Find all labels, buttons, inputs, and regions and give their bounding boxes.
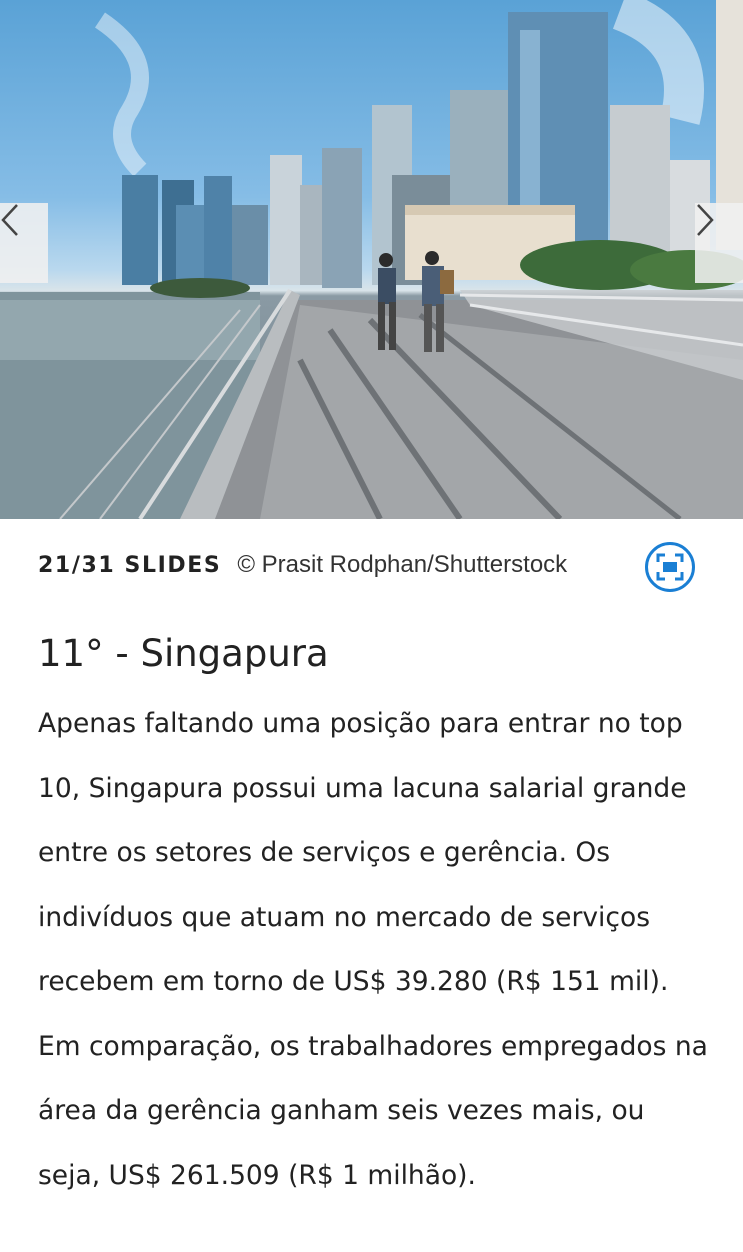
slide-photo <box>0 0 743 519</box>
article-body: Apenas faltando uma posição para entrar … <box>38 708 708 1191</box>
chevron-right-icon <box>697 204 714 236</box>
slide-meta: 21/31 SLIDES © Prasit Rodphan/Shuttersto… <box>38 540 698 590</box>
previous-slide-button[interactable] <box>0 203 48 283</box>
chevron-left-icon <box>1 204 18 236</box>
photo-credit: © Prasit Rodphan/Shutterstock <box>237 551 568 578</box>
slide-counter: 21/31 SLIDES <box>38 552 222 578</box>
singapore-skyline-image <box>0 0 743 519</box>
next-slide-button[interactable] <box>695 203 743 283</box>
article-title: 11° - Singapura <box>38 632 329 675</box>
fullscreen-button[interactable] <box>645 542 695 592</box>
fullscreen-icon <box>656 553 684 581</box>
